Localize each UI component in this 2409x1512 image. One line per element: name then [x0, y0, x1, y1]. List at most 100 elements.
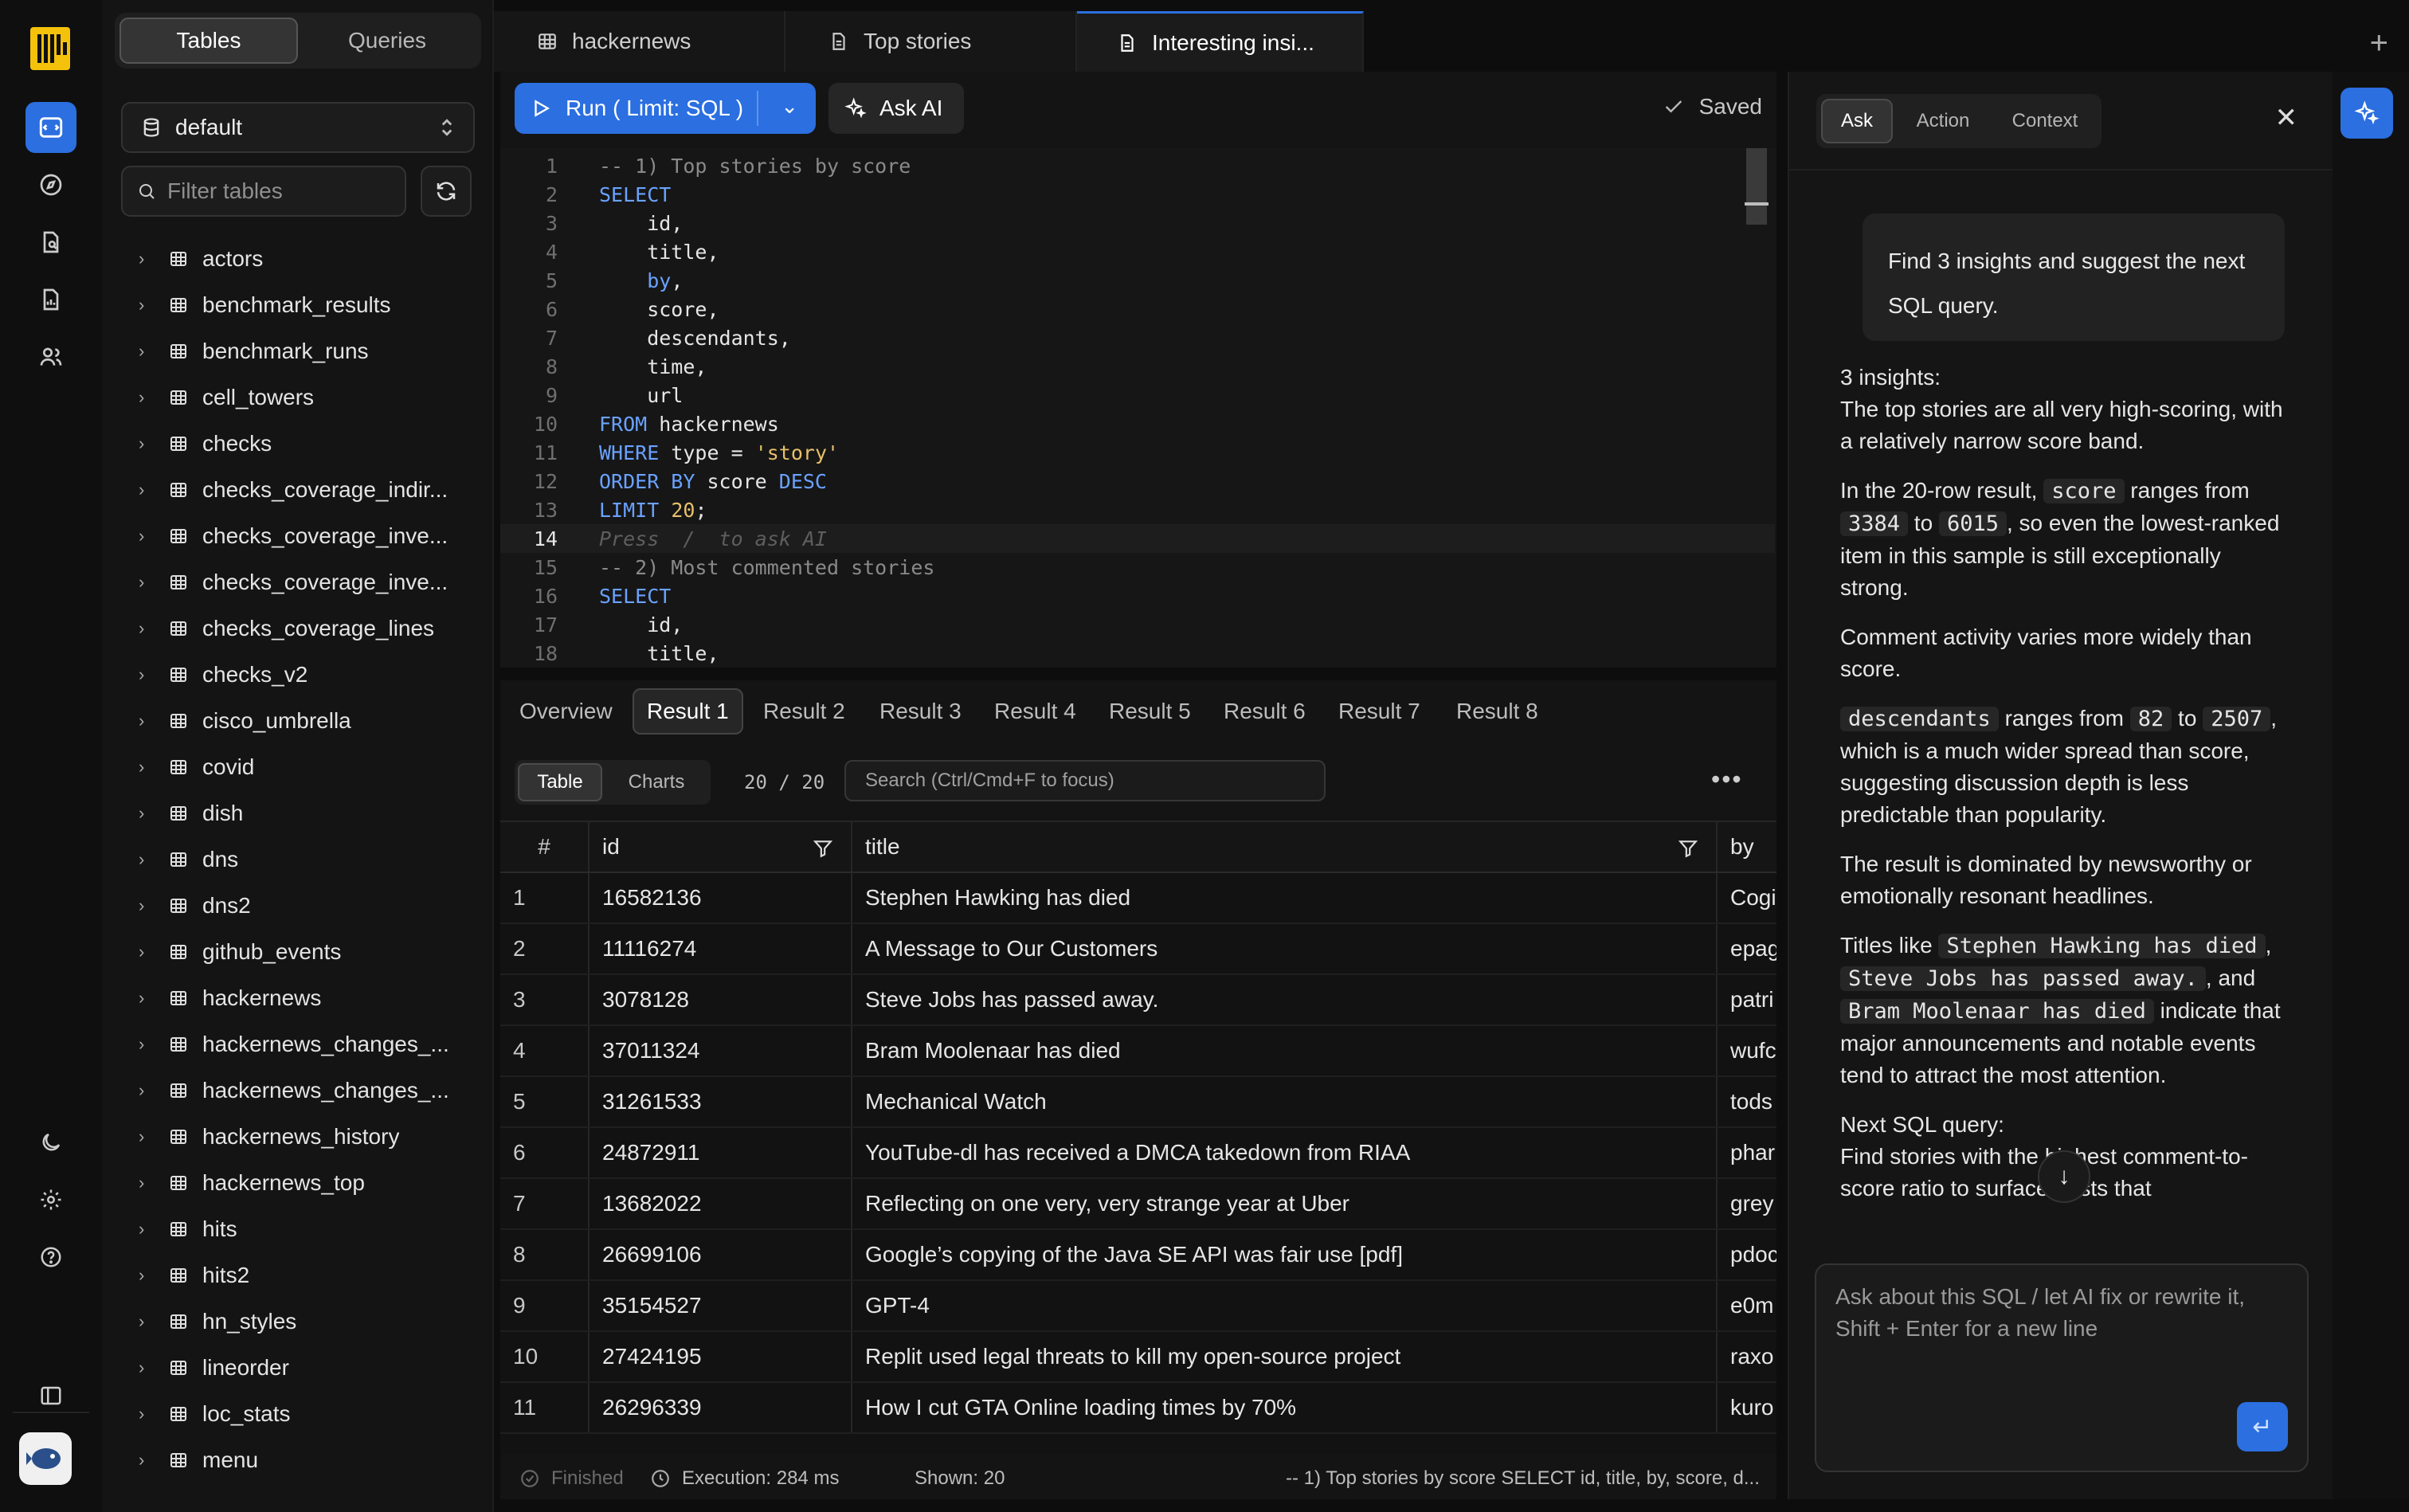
view-charts-button[interactable]: Charts [607, 763, 706, 801]
filter-icon[interactable] [1678, 838, 1698, 859]
ai-assistant-icon[interactable] [2340, 88, 2393, 139]
chevron-right-icon[interactable]: › [139, 618, 153, 639]
cell-id[interactable]: 16582136 [590, 873, 852, 922]
table-row[interactable]: 9 35154527 GPT-4 e0m [500, 1281, 1776, 1332]
table-row[interactable]: 3 3078128 Steve Jobs has passed away. patri [500, 975, 1776, 1026]
table-row[interactable]: 6 24872911 YouTube-dl has received a DMCA … [500, 1128, 1776, 1179]
table-row[interactable]: 1 16582136 Stephen Hawking has died Cogi [500, 873, 1776, 924]
cell-title[interactable]: Bram Moolenaar has died [852, 1026, 1718, 1075]
close-icon[interactable]: ✕ [2275, 102, 2298, 134]
chevron-right-icon[interactable]: › [139, 1265, 153, 1286]
chevron-right-icon[interactable]: › [139, 1219, 153, 1240]
filter-tables-input[interactable] [167, 178, 390, 204]
database-select[interactable]: default [121, 102, 475, 153]
code-line[interactable]: 6 score, [500, 295, 1775, 323]
table-row[interactable]: 5 31261533 Mechanical Watch tods [500, 1077, 1776, 1128]
code-line[interactable]: 9 url [500, 381, 1775, 409]
send-icon[interactable]: ↵ [2237, 1402, 2288, 1451]
code-line[interactable]: 12 ORDER BY score DESC [500, 467, 1775, 496]
chevron-down-icon[interactable]: ⌄ [781, 94, 798, 119]
chevron-right-icon[interactable]: › [139, 572, 153, 593]
ask-ai-button[interactable]: Ask AI [828, 83, 964, 134]
chevron-right-icon[interactable]: › [139, 295, 153, 315]
cell-by[interactable]: raxo [1718, 1332, 1776, 1381]
view-table-button[interactable]: Table [518, 763, 602, 801]
code-line[interactable]: 11 WHERE type = 'story' [500, 438, 1775, 467]
run-button[interactable]: Run ( Limit: SQL ) ⌄ [515, 83, 816, 134]
table-item[interactable]: › checks_coverage_inve... [102, 513, 492, 559]
code-line[interactable]: 1 -- 1) Top stories by score [500, 151, 1775, 180]
ai-tab-context[interactable]: Context [1993, 99, 2097, 143]
table-item[interactable]: › benchmark_runs [102, 328, 492, 374]
cell-by[interactable]: wufc [1718, 1026, 1776, 1075]
cell-id[interactable]: 3078128 [590, 975, 852, 1024]
result-tab-result-4[interactable]: Result 4 [981, 688, 1089, 734]
cell-id[interactable]: 37011324 [590, 1026, 852, 1075]
code-line[interactable]: 7 descendants, [500, 323, 1775, 352]
result-tab-result-8[interactable]: Result 8 [1443, 688, 1551, 734]
scroll-down-icon[interactable]: ↓ [2038, 1150, 2090, 1203]
refresh-button[interactable] [421, 166, 472, 217]
code-line[interactable]: 16 SELECT [500, 582, 1775, 610]
editor-scrollbar[interactable] [1746, 148, 1767, 225]
cell-title[interactable]: Replit used legal threats to kill my ope… [852, 1332, 1718, 1381]
code-line[interactable]: 18 title, [500, 639, 1775, 668]
table-item[interactable]: › covid [102, 744, 492, 790]
result-tab-result-3[interactable]: Result 3 [867, 688, 974, 734]
table-item[interactable]: › github_events [102, 929, 492, 975]
cell-title[interactable]: A Message to Our Customers [852, 924, 1718, 973]
avatar[interactable] [19, 1432, 72, 1485]
chevron-right-icon[interactable]: › [139, 803, 153, 824]
chevron-right-icon[interactable]: › [139, 1450, 153, 1471]
table-item[interactable]: › cell_towers [102, 374, 492, 421]
new-tab-button[interactable]: + [2370, 25, 2388, 61]
code-line[interactable]: 4 title, [500, 237, 1775, 266]
code-line[interactable]: 2 SELECT [500, 180, 1775, 209]
sidebar-toggle-icon[interactable] [25, 1370, 76, 1421]
table-item[interactable]: › cisco_umbrella [102, 698, 492, 744]
table-item[interactable]: › loc_stats [102, 1391, 492, 1437]
cell-title[interactable]: Mechanical Watch [852, 1077, 1718, 1126]
column-header-by[interactable]: by [1718, 822, 1776, 872]
code-line[interactable]: 13 LIMIT 20; [500, 496, 1775, 524]
cell-id[interactable]: 27424195 [590, 1332, 852, 1381]
cell-by[interactable]: phar [1718, 1128, 1776, 1177]
chevron-right-icon[interactable]: › [139, 664, 153, 685]
table-row[interactable]: 8 26699106 Google’s copying of the Java SE… [500, 1230, 1776, 1281]
help-icon[interactable] [25, 1232, 76, 1283]
chevron-right-icon[interactable]: › [139, 433, 153, 454]
table-item[interactable]: › lineorder [102, 1345, 492, 1391]
chevron-right-icon[interactable]: › [139, 895, 153, 916]
table-item[interactable]: › hackernews_top [102, 1160, 492, 1206]
table-row[interactable]: 11 26296339 How I cut GTA Online loading t… [500, 1383, 1776, 1434]
chevron-right-icon[interactable]: › [139, 1404, 153, 1424]
ai-prompt-input[interactable] [1835, 1281, 2290, 1400]
tab-tables[interactable]: Tables [119, 18, 298, 64]
cell-by[interactable]: pdoc [1718, 1230, 1776, 1279]
table-item[interactable]: › hn_styles [102, 1299, 492, 1345]
code-line[interactable]: 3 id, [500, 209, 1775, 237]
result-search-input[interactable] [865, 770, 1305, 792]
tab-top-stories[interactable]: Top stories [785, 11, 1077, 72]
chevron-right-icon[interactable]: › [139, 387, 153, 408]
chevron-right-icon[interactable]: › [139, 849, 153, 870]
table-item[interactable]: › checks_coverage_lines [102, 605, 492, 652]
app-logo[interactable] [30, 27, 70, 70]
compass-icon[interactable] [25, 159, 76, 210]
tab-hackernews[interactable]: hackernews [494, 11, 785, 72]
table-item[interactable]: › checks [102, 421, 492, 467]
cell-title[interactable]: How I cut GTA Online loading times by 70… [852, 1383, 1718, 1432]
table-item[interactable]: › dns2 [102, 883, 492, 929]
chevron-right-icon[interactable]: › [139, 249, 153, 269]
cell-title[interactable]: Google’s copying of the Java SE API was … [852, 1230, 1718, 1279]
chevron-right-icon[interactable]: › [139, 988, 153, 1009]
table-item[interactable]: › hackernews_history [102, 1114, 492, 1160]
result-tab-result-7[interactable]: Result 7 [1326, 688, 1433, 734]
code-line[interactable]: 5 by, [500, 266, 1775, 295]
tab-interesting-insights[interactable]: Interesting insi... [1077, 11, 1364, 72]
table-item[interactable]: › hackernews [102, 975, 492, 1021]
pane-divider[interactable] [1776, 72, 1788, 1499]
chevron-right-icon[interactable]: › [139, 1357, 153, 1378]
cell-title[interactable]: GPT-4 [852, 1281, 1718, 1330]
moon-icon[interactable] [25, 1117, 76, 1168]
